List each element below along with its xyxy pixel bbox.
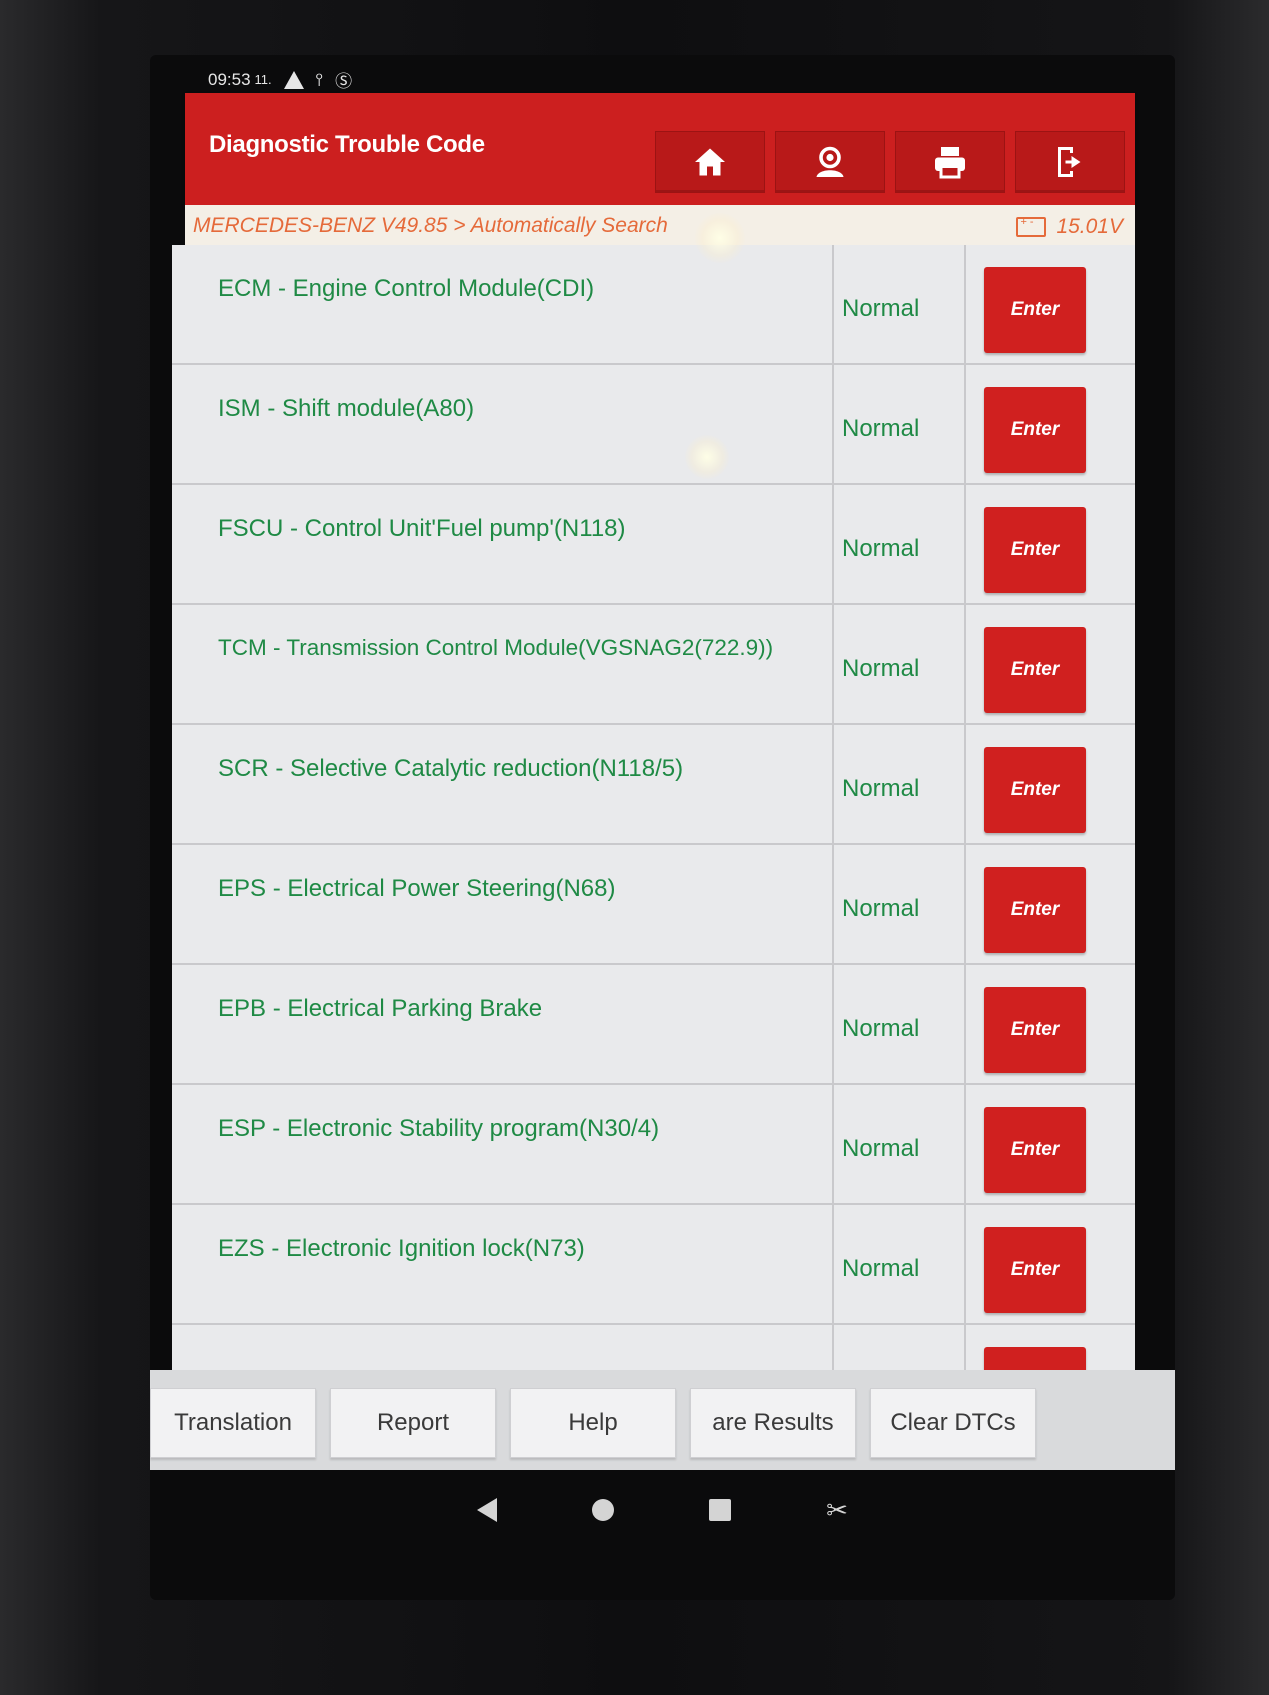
module-name: ISM - Shift module(A80) — [218, 395, 475, 422]
enter-button[interactable]: Enter — [984, 987, 1086, 1073]
module-name: SCR - Selective Catalytic reduction(N118… — [218, 755, 684, 782]
module-status: Normal — [842, 415, 920, 442]
user-icon — [816, 146, 844, 177]
enter-button[interactable]: Enter — [984, 507, 1086, 593]
bottom-action-bar: Translation Report Help are Results Clea… — [150, 1370, 1175, 1470]
module-status: Normal — [842, 1255, 920, 1282]
car-battery-icon — [1016, 216, 1047, 237]
module-row: EPS - Electrical Power Steering(N68) Nor… — [172, 845, 1135, 965]
tablet-device: 09:53 11. ⫯ Ⓢ ✱ Diagnostic Trouble Code — [0, 0, 1269, 1695]
enter-button[interactable]: Enter — [984, 747, 1086, 833]
module-name: EPB - Electrical Parking Brake — [218, 995, 543, 1022]
enter-button[interactable]: Enter — [984, 627, 1086, 713]
module-status: Normal — [842, 295, 920, 322]
enter-button[interactable]: Enter — [984, 1107, 1086, 1193]
print-icon — [935, 147, 965, 179]
module-status: Normal — [842, 535, 920, 562]
module-name: ESP - Electronic Stability program(N30/4… — [218, 1115, 660, 1142]
module-name: EPS - Electrical Power Steering(N68) — [218, 875, 616, 902]
user-button[interactable] — [775, 131, 885, 193]
status-carrier: 11. — [254, 72, 272, 87]
module-row-partial — [172, 1325, 1135, 1370]
module-row: ECM - Engine Control Module(CDI) Normal … — [172, 245, 1135, 365]
page-title: Diagnostic Trouble Code — [209, 131, 485, 158]
module-status: Normal — [842, 895, 920, 922]
report-button[interactable]: Report — [330, 1388, 496, 1458]
clear-dtcs-button[interactable]: Clear DTCs — [870, 1388, 1036, 1458]
status-time: 09:53 — [208, 69, 251, 89]
module-name: EZS - Electronic Ignition lock(N73) — [218, 1235, 585, 1262]
recent-apps-icon[interactable] — [709, 1499, 732, 1521]
voltage-value: 15.01V — [1056, 215, 1123, 238]
module-row: SCR - Selective Catalytic reduction(N118… — [172, 725, 1135, 845]
translation-button[interactable]: Translation — [150, 1388, 316, 1458]
enter-button[interactable]: Enter — [984, 867, 1086, 953]
enter-button[interactable]: Enter — [984, 387, 1086, 473]
enter-button[interactable]: Enter — [984, 1227, 1086, 1313]
module-status: Normal — [842, 1135, 920, 1162]
breadcrumb-bar: MERCEDES-BENZ V49.85 > Automatically Sea… — [185, 205, 1135, 245]
module-name: FSCU - Control Unit'Fuel pump'(N118) — [218, 515, 626, 542]
header-toolbar — [655, 131, 1125, 193]
warning-icon — [283, 70, 304, 89]
back-icon[interactable] — [477, 1498, 498, 1522]
module-name: TCM - Transmission Control Module(VGSNAG… — [218, 635, 774, 660]
help-button[interactable]: Help — [510, 1388, 676, 1458]
screen: 09:53 11. ⫯ Ⓢ ✱ Diagnostic Trouble Code — [150, 55, 1175, 1600]
module-list[interactable]: ECM - Engine Control Module(CDI) Normal … — [172, 245, 1135, 1370]
print-button[interactable] — [895, 131, 1005, 193]
home-nav-icon[interactable] — [592, 1499, 615, 1521]
module-status: Normal — [842, 1015, 920, 1042]
enter-button-partial[interactable] — [984, 1347, 1086, 1370]
exit-icon — [1058, 147, 1081, 177]
home-icon — [695, 148, 725, 176]
compare-results-button[interactable]: are Results — [690, 1388, 856, 1458]
breadcrumb: MERCEDES-BENZ V49.85 > Automatically Sea… — [193, 214, 668, 237]
exit-button[interactable] — [1015, 131, 1125, 193]
voltage-indicator: 15.01V — [1016, 215, 1123, 239]
module-row: ISM - Shift module(A80) Normal Enter — [172, 365, 1135, 485]
module-row: EZS - Electronic Ignition lock(N73) Norm… — [172, 1205, 1135, 1325]
module-status: Normal — [842, 775, 920, 802]
module-row: FSCU - Control Unit'Fuel pump'(N118) Nor… — [172, 485, 1135, 605]
module-row: ESP - Electronic Stability program(N30/4… — [172, 1085, 1135, 1205]
enter-button[interactable]: Enter — [984, 267, 1086, 353]
usb-icon: ⫯ — [315, 69, 324, 89]
app-header: Diagnostic Trouble Code — [185, 93, 1135, 205]
home-button[interactable] — [655, 131, 765, 193]
module-row: TCM - Transmission Control Module(VGSNAG… — [172, 605, 1135, 725]
module-name: ECM - Engine Control Module(CDI) — [218, 275, 595, 302]
module-row: EPB - Electrical Parking Brake Normal En… — [172, 965, 1135, 1085]
android-nav-bar: ✂ — [150, 1470, 1175, 1550]
nfc-icon: Ⓢ — [335, 72, 353, 91]
screenshot-icon[interactable]: ✂ — [826, 1495, 848, 1526]
module-status: Normal — [842, 655, 920, 682]
